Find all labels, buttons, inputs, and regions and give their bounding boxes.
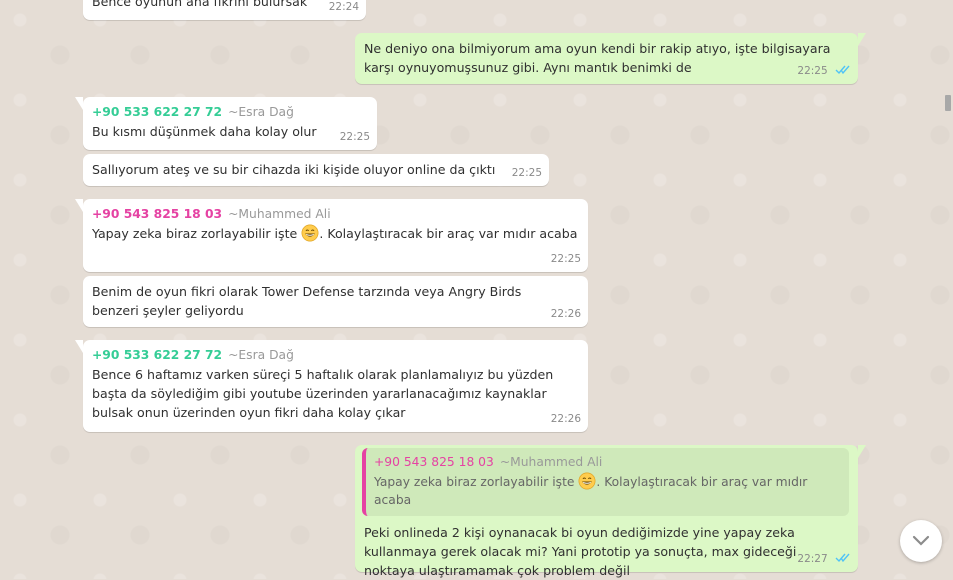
quoted-sender: +90 543 825 18 03 ~Muhammed Ali [374, 453, 841, 471]
message-time: 22:27 [797, 553, 828, 565]
message-sender: +90 533 622 27 72 ~Esra Dağ [92, 103, 368, 121]
message-bubble[interactable]: Sallıyorum ateş ve su bir cihazda iki ki… [83, 154, 549, 186]
sender-phone[interactable]: +90 533 622 27 72 [92, 348, 222, 362]
message-bubble[interactable]: +90 543 825 18 03 ~Muhammed Ali Yapay zek… [75, 199, 588, 272]
sender-alias: ~Muhammed Ali [228, 207, 331, 221]
quoted-sender-alias: ~Muhammed Ali [499, 455, 603, 469]
message-bubble[interactable]: +90 533 622 27 72 ~Esra Dağ Bu kısmı düşü… [75, 97, 377, 150]
message-bubble-outgoing[interactable]: +90 543 825 18 03 ~Muhammed Ali Yapay zek… [355, 445, 866, 578]
message-time: 22:25 [339, 131, 370, 143]
message-text: Yapay zeka biraz zorlayabilir işte . Kol… [92, 224, 579, 243]
message-text: Bu kısmı düşünmek daha kolay olur [92, 124, 317, 139]
message-bubble[interactable]: Bence oyunun ana fikrini bulursak 22:24 [83, 0, 366, 20]
message-time-wrap: 22:27 [797, 550, 851, 569]
message-text: Peki onlineda 2 kişi oynanacak bi oyun d… [364, 525, 797, 578]
sender-alias: ~Esra Dağ [228, 105, 294, 119]
sender-phone[interactable]: +90 533 622 27 72 [92, 105, 222, 119]
message-time: 22:25 [550, 253, 581, 265]
message-bubble[interactable]: +90 533 622 27 72 ~Esra Dağ Bence 6 hafta… [75, 340, 588, 432]
grinning-face-emoji [301, 224, 319, 242]
double-check-read-icon [835, 65, 850, 75]
message-text: Ne deniyo ona bilmiyorum ama oyun kendi … [364, 41, 831, 75]
quoted-text: Yapay zeka biraz zorlayabilir işte . Kol… [374, 472, 841, 509]
scroll-to-bottom-button[interactable] [900, 520, 942, 562]
message-time: 22:25 [797, 65, 828, 77]
message-time: 22:26 [550, 413, 581, 425]
message-text: Bence 6 haftamız varken süreçi 5 haftalı… [92, 367, 554, 420]
message-time: 22:24 [328, 1, 359, 13]
sender-phone[interactable]: +90 543 825 18 03 [92, 207, 222, 221]
message-bubble-outgoing[interactable]: Ne deniyo ona bilmiyorum ama oyun kendi … [355, 33, 866, 84]
quoted-message[interactable]: +90 543 825 18 03 ~Muhammed Ali Yapay zek… [362, 448, 849, 516]
double-check-read-icon [835, 553, 850, 563]
message-text: Benim de oyun fikri olarak Tower Defense… [92, 284, 522, 318]
message-time: 22:25 [511, 167, 542, 179]
message-text: Sallıyorum ateş ve su bir cihazda iki ki… [92, 162, 496, 177]
message-sender: +90 543 825 18 03 ~Muhammed Ali [92, 205, 579, 223]
message-text-part: . Kolaylaştıracak bir araç var mıdır aca… [319, 226, 578, 241]
sender-alias: ~Esra Dağ [228, 348, 294, 362]
message-bubble[interactable]: Benim de oyun fikri olarak Tower Defense… [83, 276, 588, 327]
message-time: 22:26 [550, 308, 581, 320]
scrollbar-thumb[interactable] [945, 95, 951, 111]
grinning-face-emoji [578, 472, 596, 490]
message-sender: +90 533 622 27 72 ~Esra Dağ [92, 346, 579, 364]
quoted-sender-phone: +90 543 825 18 03 [374, 455, 494, 469]
message-text: Bence oyunun ana fikrini bulursak [92, 0, 308, 9]
message-time-wrap: 22:25 [797, 62, 851, 81]
chevron-down-icon [912, 535, 930, 546]
message-text-part: Yapay zeka biraz zorlayabilir işte [92, 226, 298, 241]
quoted-text-part: Yapay zeka biraz zorlayabilir işte [374, 475, 575, 489]
